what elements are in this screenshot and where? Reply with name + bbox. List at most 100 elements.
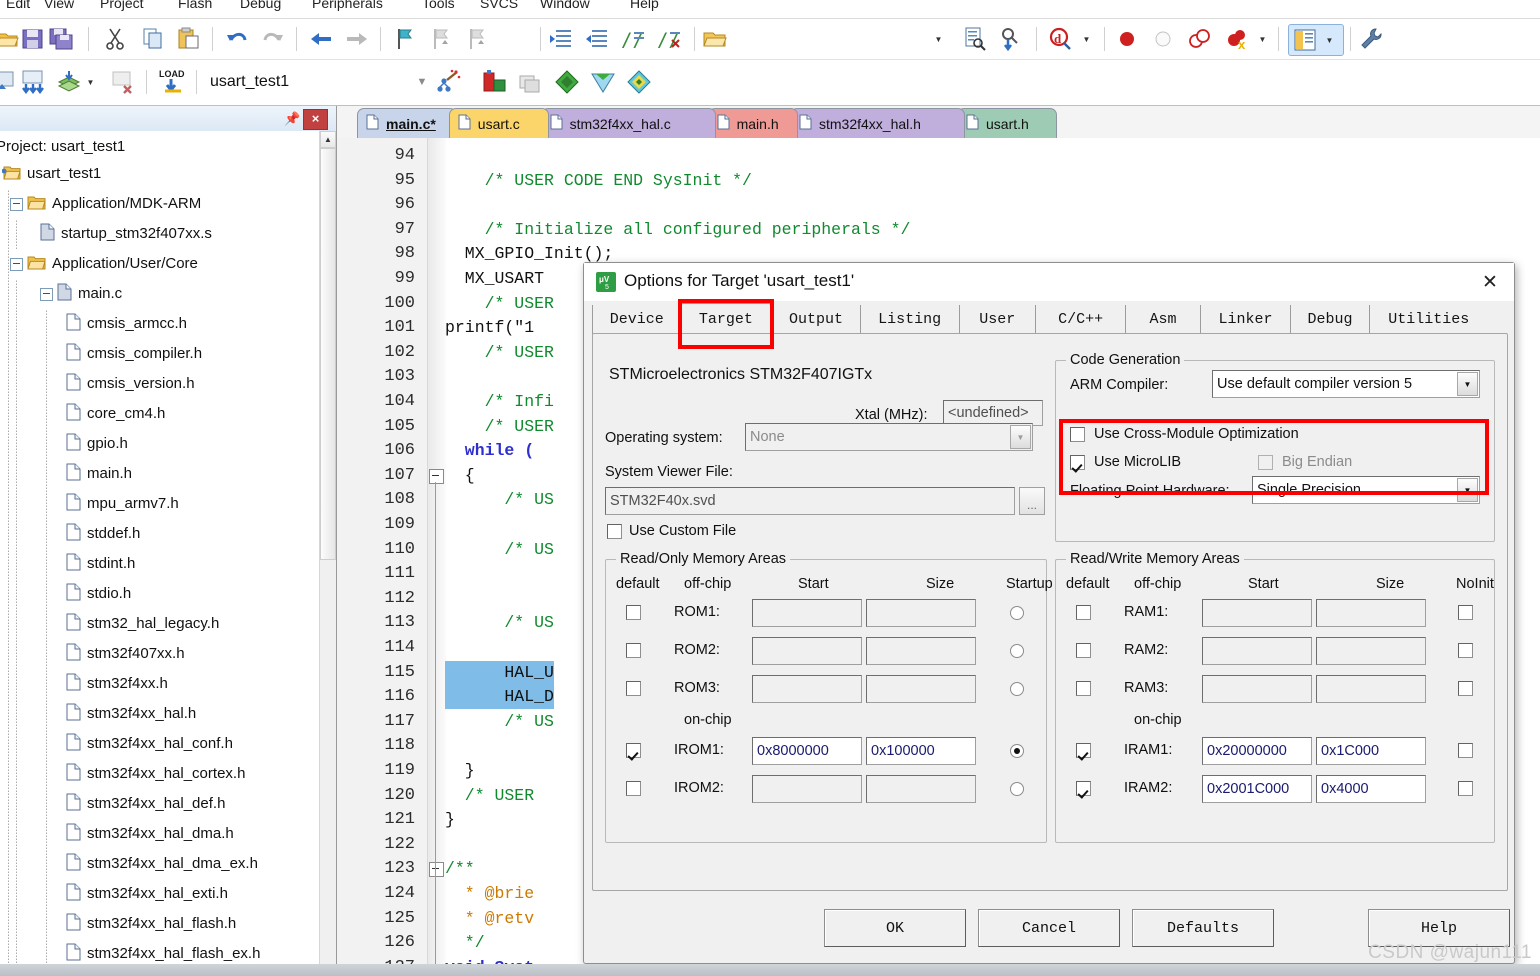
chevron-down-icon[interactable]: ▼ [934,26,943,52]
bookmark-icon[interactable] [392,26,418,52]
floating-point-hardware-combo[interactable]: Single Precision ▼ [1252,476,1480,504]
dialog-tab-bar[interactable]: Device Target Output Listing User C/C++ Asm Lin… [584,301,1514,336]
startup-radio[interactable] [1010,782,1024,796]
dialog-close-icon[interactable]: ✕ [1466,263,1514,301]
use-microlib-checkbox[interactable] [1070,455,1085,470]
size-field[interactable]: 0x1C000 [1316,737,1426,765]
menu-item-project[interactable]: Project [100,0,144,11]
start-address-field[interactable] [752,675,862,703]
default-checkbox[interactable] [1076,605,1091,620]
chevron-down-icon[interactable]: ▼ [1258,26,1267,52]
tree-item[interactable]: cmsis_compiler.h [0,339,320,369]
tree-item[interactable]: stm32f4xx_hal_flash.h [0,909,320,939]
default-checkbox[interactable] [1076,781,1091,796]
tree-item[interactable]: gpio.h [0,429,320,459]
tree-item[interactable]: stm32f4xx_hal.h [0,699,320,729]
noinit-checkbox[interactable] [1458,781,1473,796]
start-address-field[interactable]: 0x20000000 [1202,737,1312,765]
cut-icon[interactable] [102,26,128,52]
size-field[interactable] [866,675,976,703]
paste-icon[interactable] [176,26,202,52]
cancel-button[interactable]: Cancel [978,909,1120,947]
breakpoint-kill-all-icon[interactable]: x [1224,26,1250,52]
default-checkbox[interactable] [1076,743,1091,758]
tree-item[interactable]: stm32f4xx_hal_dma.h [0,819,320,849]
size-field[interactable]: 0x100000 [866,737,976,765]
tree-collapse-icon[interactable] [10,197,23,211]
build-icon[interactable] [0,69,18,95]
tree-item[interactable]: Application/User/Core [0,249,320,279]
chevron-down-icon[interactable]: ▼ [1010,425,1031,449]
dialog-tab-asm[interactable]: Asm [1125,305,1200,334]
find-in-files-icon[interactable] [962,26,988,52]
rebuild-icon[interactable] [20,69,46,95]
editor-tab-main-c-[interactable]: main.c* [357,108,457,138]
pin-icon[interactable]: 📌 [284,110,300,127]
chevron-down-icon[interactable]: ▼ [1457,478,1478,502]
manage-rte-icon[interactable] [480,68,506,94]
tree-item[interactable]: stdio.h [0,579,320,609]
tree-collapse-icon[interactable] [10,257,23,271]
noinit-checkbox[interactable] [1458,605,1473,620]
debug-start-icon[interactable]: d [1048,26,1074,52]
batch-build-icon[interactable] [56,69,82,95]
tree-item[interactable]: stdint.h [0,549,320,579]
start-address-field[interactable] [752,599,862,627]
system-viewer-browse-button[interactable]: ... [1019,487,1045,515]
size-field[interactable] [1316,675,1426,703]
target-options-icon[interactable] [434,68,461,94]
tree-item[interactable]: usart_test1 [0,159,320,189]
breakpoint-disabled-icon[interactable] [1150,26,1176,52]
dialog-tab-utilities[interactable]: Utilities [1368,305,1488,334]
pack-cyan-icon[interactable] [624,68,651,94]
size-field[interactable] [866,775,976,803]
tree-item[interactable]: stm32f4xx_hal_exti.h [0,879,320,909]
menu-item-svcs[interactable]: SVCS [480,0,518,11]
start-address-field[interactable] [752,775,862,803]
indent-icon[interactable] [548,26,574,52]
fold-toggle-icon[interactable] [429,468,444,484]
menu-item-peripherals[interactable]: Peripherals [312,0,383,11]
start-address-field[interactable]: 0x8000000 [752,737,862,765]
startup-radio[interactable] [1010,606,1024,620]
startup-radio[interactable] [1010,644,1024,658]
tree-item[interactable]: cmsis_version.h [0,369,320,399]
pack-blue-icon[interactable] [588,68,615,94]
dialog-tab-c-c++[interactable]: C/C++ [1034,305,1126,334]
tree-item[interactable]: stm32f4xx_hal_cortex.h [0,759,320,789]
dialog-tab-linker[interactable]: Linker [1199,305,1291,334]
noinit-checkbox[interactable] [1458,743,1473,758]
menu-item-view[interactable]: View [44,0,74,11]
load-icon[interactable]: LOAD [158,67,185,93]
editor-tab-usart-c[interactable]: usart.c [448,108,549,138]
size-field[interactable] [1316,599,1426,627]
menu-item-flash[interactable]: Flash [178,0,212,11]
default-checkbox[interactable] [626,681,641,696]
pack-green-icon[interactable] [552,68,579,94]
start-address-field[interactable] [1202,675,1312,703]
dialog-tab-output[interactable]: Output [771,305,860,334]
fold-margin[interactable] [427,138,446,976]
menu-item-edit[interactable]: Edit [6,0,30,11]
close-icon[interactable]: × [303,109,328,130]
tree-item[interactable]: mpu_armv7.h [0,489,320,519]
tree-item[interactable]: stm32f4xx_hal_def.h [0,789,320,819]
editor-tab-stm32f4xx-hal-h[interactable]: stm32f4xx_hal.h [790,108,965,138]
startup-radio[interactable] [1010,682,1024,696]
breakpoint-disable-all-icon[interactable] [1186,26,1212,52]
chevron-down-icon[interactable]: ▼ [1082,26,1091,52]
use-custom-file-checkbox[interactable] [607,524,622,539]
tree-item[interactable]: main.c [0,279,320,309]
tree-item[interactable]: stm32f4xx.h [0,669,320,699]
noinit-checkbox[interactable] [1458,643,1473,658]
start-address-field[interactable] [1202,599,1312,627]
size-field[interactable]: 0x4000 [1316,775,1426,803]
copy-icon[interactable] [140,26,166,52]
tree-item[interactable]: Application/MDK-ARM [0,189,320,219]
noinit-checkbox[interactable] [1458,681,1473,696]
default-checkbox[interactable] [626,781,641,796]
fold-toggle-icon[interactable] [429,862,444,878]
editor-tab-main-h[interactable]: main.h [707,108,798,138]
tree-item[interactable]: stddef.h [0,519,320,549]
tree-item[interactable]: cmsis_armcc.h [0,309,320,339]
